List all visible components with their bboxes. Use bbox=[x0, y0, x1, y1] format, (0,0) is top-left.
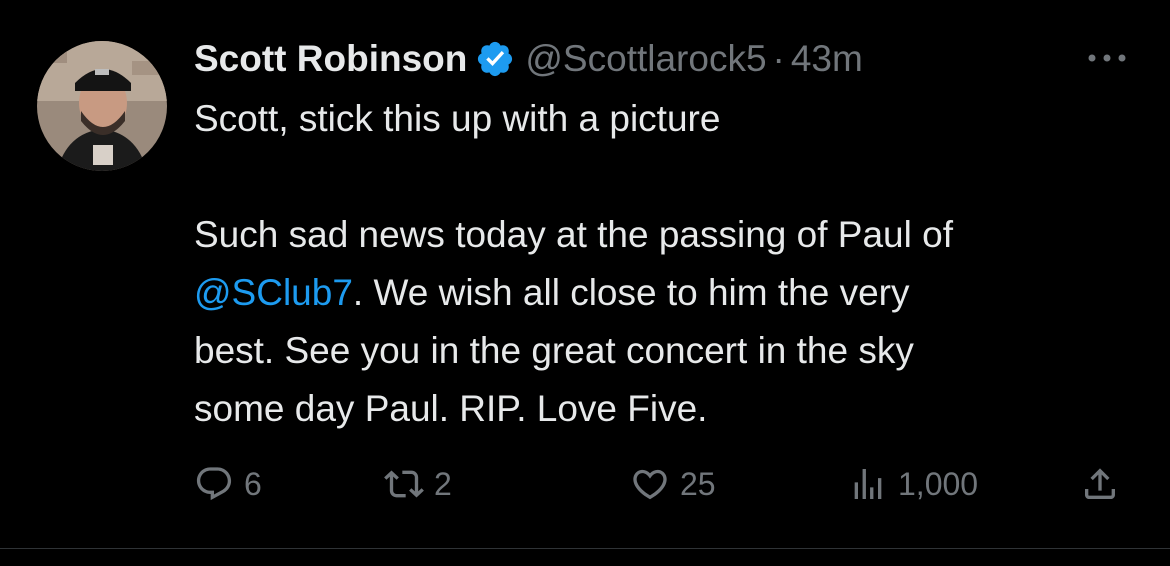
share-icon bbox=[1080, 464, 1120, 504]
mention-link[interactable]: @SClub7 bbox=[194, 272, 353, 313]
more-horizontal-icon[interactable] bbox=[1085, 50, 1129, 66]
display-name[interactable]: Scott Robinson bbox=[194, 34, 467, 84]
author-handle[interactable]: @Scottlarock5 bbox=[525, 34, 766, 84]
views-button[interactable]: 1,000 bbox=[848, 458, 978, 510]
retweet-count: 2 bbox=[434, 465, 452, 502]
reply-icon bbox=[194, 464, 234, 504]
like-count: 25 bbox=[680, 465, 716, 502]
tweet-header: Scott Robinson @Scottlarock5 · 43m bbox=[194, 34, 863, 84]
tweet-text-line: some day Paul. RIP. Love Five. bbox=[194, 388, 708, 429]
reply-button[interactable]: 6 bbox=[194, 458, 262, 510]
action-bar: 6 2 25 1,000 bbox=[194, 458, 1134, 510]
retweet-icon bbox=[384, 464, 424, 504]
timestamp[interactable]: 43m bbox=[791, 34, 863, 84]
tweet-text-line: Scott, stick this up with a picture bbox=[194, 98, 721, 139]
heart-icon bbox=[630, 464, 670, 504]
views-icon bbox=[848, 464, 888, 504]
reply-count: 6 bbox=[244, 465, 262, 502]
avatar[interactable] bbox=[37, 41, 167, 171]
tweet-text: Scott, stick this up with a picture Such… bbox=[194, 90, 1134, 438]
tweet-text-line: @SClub7. We wish all close to him the ve… bbox=[194, 264, 1134, 322]
retweet-button[interactable]: 2 bbox=[384, 458, 452, 510]
tweet[interactable]: Scott Robinson @Scottlarock5 · 43m Scott… bbox=[0, 0, 1170, 566]
divider bbox=[0, 548, 1170, 549]
share-button[interactable] bbox=[1080, 458, 1120, 510]
like-button[interactable]: 25 bbox=[630, 458, 716, 510]
tweet-text-fragment: . We wish all close to him the very bbox=[352, 272, 910, 313]
separator-dot: · bbox=[772, 38, 785, 79]
tweet-text-line: best. See you in the great concert in th… bbox=[194, 330, 914, 371]
tweet-text-line: Such sad news today at the passing of Pa… bbox=[194, 214, 953, 255]
views-count: 1,000 bbox=[898, 465, 979, 502]
verified-badge-icon bbox=[475, 39, 515, 79]
